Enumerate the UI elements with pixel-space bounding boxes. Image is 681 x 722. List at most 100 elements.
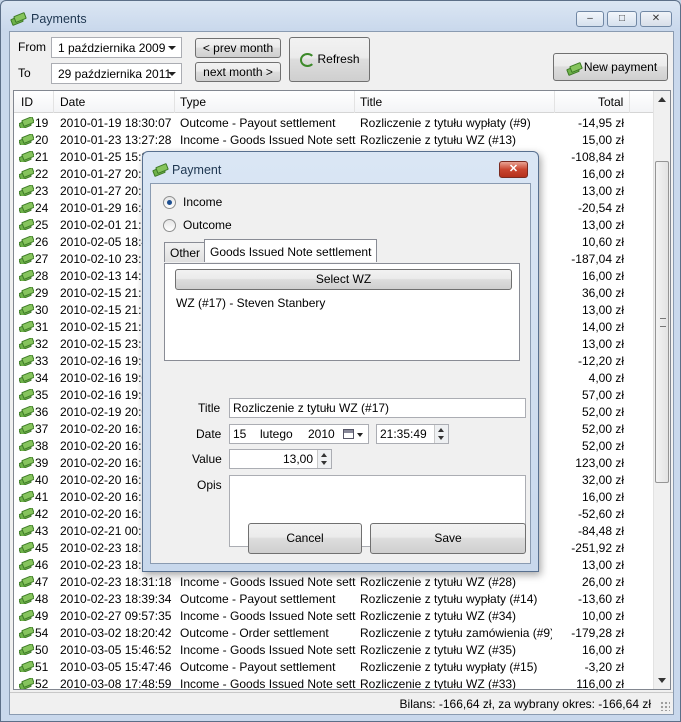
table-row[interactable]: 19 2010-01-19 18:30:07 Outcome - Payout se… <box>14 115 654 132</box>
cell-total: 13,00 zł <box>581 558 624 572</box>
table-row[interactable]: 49 2010-02-27 09:57:35 Income - Goods Issu… <box>14 608 654 625</box>
cell-title: Rozliczenie z tytułu WZ (#33) <box>360 677 517 690</box>
selected-wz-item[interactable]: WZ (#17) - Steven Stanbery <box>176 296 325 310</box>
column-header-date[interactable]: Date <box>60 95 85 109</box>
refresh-button[interactable]: Refresh <box>289 37 370 82</box>
cell-total: -179,28 zł <box>571 626 624 640</box>
minimize-button[interactable]: – <box>576 11 604 27</box>
cell-total: -14,95 zł <box>577 116 624 130</box>
calendar-icon[interactable] <box>343 429 354 439</box>
cell-id: 36 <box>35 405 49 419</box>
from-date-picker[interactable]: 1 października 2009 <box>51 37 182 58</box>
table-row[interactable]: 52 2010-03-08 17:48:59 Income - Goods Issu… <box>14 676 654 690</box>
cell-total: -84,48 zł <box>577 524 624 538</box>
time-input[interactable]: 21:35:49 <box>376 424 449 444</box>
cell-title: Rozliczenie z tytułu WZ (#34) <box>360 609 517 623</box>
table-row[interactable]: 51 2010-03-05 15:47:46 Outcome - Payout se… <box>14 659 654 676</box>
date-day: 15 <box>233 427 247 441</box>
scrollbar-thumb[interactable] <box>655 161 669 483</box>
resize-grip-icon[interactable] <box>660 701 670 711</box>
money-icon <box>19 304 34 315</box>
close-button[interactable]: ✕ <box>640 11 672 27</box>
date-label: Date <box>196 427 222 441</box>
payment-date-picker[interactable]: 15 lutego 2010 <box>229 424 369 444</box>
dialog-body: Income Outcome Other Goods Issued Note s… <box>150 183 531 564</box>
dialog-close-button[interactable]: ✕ <box>499 161 528 178</box>
maximize-button[interactable]: □ <box>607 11 637 27</box>
scroll-down-icon[interactable] <box>658 678 666 683</box>
cell-total: 57,00 zł <box>581 388 624 402</box>
cell-id: 42 <box>35 507 49 521</box>
column-header-id[interactable]: ID <box>21 95 33 109</box>
cell-total: -20,54 zł <box>577 201 624 215</box>
money-icon <box>10 12 27 26</box>
money-icon <box>19 525 34 536</box>
cell-id: 35 <box>35 388 49 402</box>
save-button[interactable]: Save <box>370 523 526 554</box>
money-icon <box>19 236 34 247</box>
cell-total: -12,20 zł <box>577 354 624 368</box>
column-header-type[interactable]: Type <box>180 95 206 109</box>
cell-id: 33 <box>35 354 49 368</box>
from-date-value: 1 października 2009 <box>58 41 166 55</box>
new-payment-button[interactable]: New payment <box>553 53 668 81</box>
outcome-label[interactable]: Outcome <box>183 218 232 232</box>
cell-type: Income - Goods Issued Note settl... <box>180 133 356 147</box>
scroll-up-icon[interactable] <box>658 97 666 102</box>
tab-other[interactable]: Other <box>164 242 207 262</box>
time-spinner[interactable] <box>434 425 448 443</box>
cell-date: 2010-02-23 18:39:34 <box>60 592 172 606</box>
cell-id: 50 <box>35 643 49 657</box>
cell-type: Outcome - Payout settlement <box>180 116 336 130</box>
cell-id: 49 <box>35 609 49 623</box>
cell-total: -251,92 zł <box>571 541 624 555</box>
cell-id: 52 <box>35 677 49 690</box>
status-bar: Bilans: -166,64 zł, za wybrany okres: -1… <box>10 692 673 714</box>
money-icon <box>19 644 34 655</box>
cell-title: Rozliczenie z tytułu zamówienia (#9) <box>360 626 552 640</box>
select-wz-button[interactable]: Select WZ <box>175 269 512 290</box>
cell-id: 54 <box>35 626 49 640</box>
cell-type: Income - Goods Issued Note settl... <box>180 609 356 623</box>
cell-id: 27 <box>35 252 49 266</box>
cell-total: 13,00 zł <box>581 184 624 198</box>
table-row[interactable]: 48 2010-02-23 18:39:34 Outcome - Payout se… <box>14 591 654 608</box>
to-date-picker[interactable]: 29 października 2011 <box>51 63 182 84</box>
prev-month-button[interactable]: < prev month <box>195 38 281 58</box>
money-icon <box>19 678 34 689</box>
title-bar[interactable]: Payments – □ ✕ <box>1 1 680 35</box>
cell-id: 30 <box>35 303 49 317</box>
refresh-label: Refresh <box>317 52 360 66</box>
table-row[interactable]: 54 2010-03-02 18:20:42 Outcome - Order set… <box>14 625 654 642</box>
chevron-down-icon <box>168 72 176 76</box>
vertical-scrollbar[interactable] <box>653 91 670 689</box>
column-header-total[interactable]: Total <box>598 95 623 109</box>
table-row[interactable]: 50 2010-03-05 15:46:52 Income - Goods Issu… <box>14 642 654 659</box>
value-input[interactable]: 13,00 <box>229 449 332 469</box>
money-icon <box>19 440 34 451</box>
cell-type: Income - Goods Issued Note settl... <box>180 677 356 690</box>
cell-date: 2010-03-05 15:46:52 <box>60 643 172 657</box>
cell-date: 2010-03-08 17:48:59 <box>60 677 172 690</box>
outcome-radio[interactable] <box>163 219 176 232</box>
income-label[interactable]: Income <box>183 195 222 209</box>
time-value: 21:35:49 <box>380 427 427 441</box>
cell-date: 2010-02-27 09:57:35 <box>60 609 172 623</box>
table-row[interactable]: 20 2010-01-23 13:27:28 Income - Goods Issu… <box>14 132 654 149</box>
value-spinner[interactable] <box>317 450 331 468</box>
cell-type: Income - Goods Issued Note settl... <box>180 575 356 589</box>
title-input[interactable]: Rozliczenie z tytułu WZ (#17) <box>229 398 526 418</box>
cancel-button[interactable]: Cancel <box>248 523 362 554</box>
cell-title: Rozliczenie z tytułu wypłaty (#14) <box>360 592 538 606</box>
table-row[interactable]: 47 2010-02-23 18:31:18 Income - Goods Issu… <box>14 574 654 591</box>
column-header-title[interactable]: Title <box>360 95 382 109</box>
next-month-button[interactable]: next month > <box>195 62 281 82</box>
window-title: Payments <box>31 12 87 26</box>
cell-id: 28 <box>35 269 49 283</box>
cell-total: 16,00 zł <box>581 490 624 504</box>
cell-id: 34 <box>35 371 49 385</box>
income-radio[interactable] <box>163 196 176 209</box>
tab-goods-issued-note[interactable]: Goods Issued Note settlement <box>204 239 378 262</box>
to-label: To <box>18 66 31 80</box>
chevron-down-icon[interactable] <box>357 433 363 437</box>
